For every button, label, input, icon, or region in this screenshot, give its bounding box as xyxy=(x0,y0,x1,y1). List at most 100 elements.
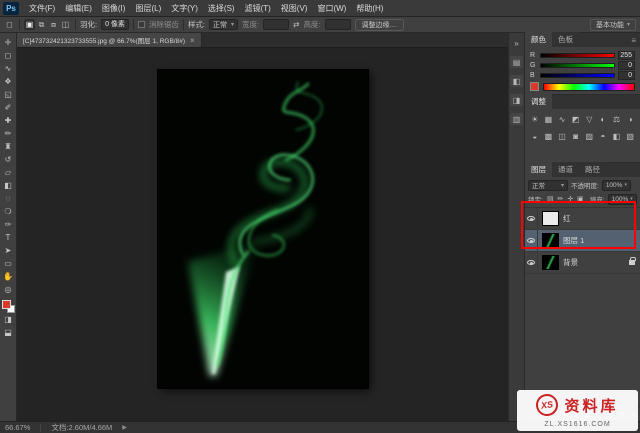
color-value-B[interactable]: 0 xyxy=(618,71,635,80)
new-selection-icon[interactable]: ▣ xyxy=(24,19,35,30)
menu-item-6[interactable]: 选择(S) xyxy=(203,3,240,14)
selective-color-icon[interactable]: ▧ xyxy=(623,130,637,143)
menu-item-10[interactable]: 帮助(H) xyxy=(351,3,388,14)
width-input[interactable] xyxy=(263,19,289,30)
color-slider-B[interactable] xyxy=(540,73,615,78)
lock-transparency-icon[interactable]: ▨ xyxy=(546,195,555,204)
screen-mode-icon[interactable]: ⬓ xyxy=(1,326,16,339)
layer-row-3[interactable]: 背景 xyxy=(525,252,640,274)
lock-pixels-icon[interactable]: ✏ xyxy=(556,195,565,204)
visibility-toggle[interactable] xyxy=(525,252,538,273)
opacity-value[interactable]: 100% xyxy=(602,180,631,191)
brightness-contrast-icon[interactable]: ☀ xyxy=(528,113,542,126)
color-slider-G[interactable] xyxy=(540,63,615,68)
color-balance-icon[interactable]: ⚖ xyxy=(610,113,624,126)
quick-mask-icon[interactable]: ◨ xyxy=(1,313,16,326)
curves-icon[interactable]: ∿ xyxy=(555,113,569,126)
menu-item-4[interactable]: 图层(L) xyxy=(130,3,166,14)
photo-filter-icon[interactable]: ◒ xyxy=(528,130,542,143)
path-selection-tool-icon[interactable]: ➤ xyxy=(1,244,16,257)
black-white-icon[interactable]: ◑ xyxy=(623,113,637,126)
refine-edge-button[interactable]: 调整边缘… xyxy=(355,19,404,31)
tab-色板[interactable]: 色板 xyxy=(552,32,579,47)
dodge-tool-icon[interactable]: ❍ xyxy=(1,205,16,218)
hue-saturation-icon[interactable]: ◐ xyxy=(596,113,610,126)
move-tool-icon[interactable]: ✛ xyxy=(1,36,16,49)
collapse-dock-icon[interactable]: » xyxy=(510,37,523,49)
panel-menu-icon[interactable]: ≡ xyxy=(631,36,636,45)
marquee-tool-icon[interactable]: ◻ xyxy=(1,49,16,62)
swap-dimensions-icon[interactable]: ⇄ xyxy=(293,20,299,29)
tool-preset-icon[interactable]: ◻ xyxy=(4,19,15,30)
posterize-icon[interactable]: ▨ xyxy=(583,130,597,143)
invert-icon[interactable]: ◙ xyxy=(569,130,583,143)
history-panel-icon[interactable]: ▤ xyxy=(510,56,523,68)
status-options-icon[interactable]: ▶ xyxy=(122,424,127,431)
character-panel-icon[interactable]: ▥ xyxy=(510,113,523,125)
clone-stamp-tool-icon[interactable]: ♜ xyxy=(1,140,16,153)
threshold-icon[interactable]: ◓ xyxy=(596,130,610,143)
canvas-pasteboard[interactable] xyxy=(17,48,508,421)
subtract-from-selection-icon[interactable]: ⧈ xyxy=(48,19,59,30)
layer-row-1[interactable]: 红 xyxy=(525,208,640,230)
levels-icon[interactable]: ▦ xyxy=(542,113,556,126)
menu-item-7[interactable]: 滤镜(T) xyxy=(240,3,276,14)
eyedropper-tool-icon[interactable]: ✐ xyxy=(1,101,16,114)
close-tab-icon[interactable]: × xyxy=(190,36,195,45)
tab-图层[interactable]: 图层 xyxy=(525,162,552,177)
hand-tool-icon[interactable]: ✋ xyxy=(1,270,16,283)
tab-路径[interactable]: 路径 xyxy=(579,162,606,177)
pen-tool-icon[interactable]: ✑ xyxy=(1,218,16,231)
menu-item-8[interactable]: 视图(V) xyxy=(276,3,313,14)
visibility-toggle[interactable] xyxy=(525,208,538,229)
lasso-tool-icon[interactable]: ∿ xyxy=(1,62,16,75)
crop-tool-icon[interactable]: ◱ xyxy=(1,88,16,101)
workspace-switcher[interactable]: 基本功能 xyxy=(590,19,636,31)
menu-item-9[interactable]: 窗口(W) xyxy=(312,3,351,14)
style-select[interactable]: 正常 xyxy=(209,19,238,30)
height-input[interactable] xyxy=(325,19,351,30)
color-value-G[interactable]: 0 xyxy=(618,61,635,70)
color-spectrum-bar[interactable] xyxy=(543,83,635,91)
visibility-toggle[interactable] xyxy=(525,230,538,251)
zoom-level[interactable]: 66.67% xyxy=(5,423,30,432)
blur-tool-icon[interactable]: ◌ xyxy=(1,192,16,205)
fill-value[interactable]: 100% xyxy=(608,194,637,205)
healing-brush-tool-icon[interactable]: ✚ xyxy=(1,114,16,127)
gradient-tool-icon[interactable]: ◧ xyxy=(1,179,16,192)
color-lookup-icon[interactable]: ◫ xyxy=(555,130,569,143)
tab-adjustments[interactable]: 调整 xyxy=(525,94,552,109)
menu-item-1[interactable]: 文件(F) xyxy=(24,3,60,14)
lock-all-icon[interactable]: ▣ xyxy=(576,195,585,204)
tab-通道[interactable]: 通道 xyxy=(552,162,579,177)
menu-item-5[interactable]: 文字(Y) xyxy=(166,3,203,14)
foreground-mini-swatch[interactable] xyxy=(530,82,539,91)
antialias-checkbox[interactable] xyxy=(138,21,145,28)
menu-item-3[interactable]: 图像(I) xyxy=(97,3,131,14)
history-brush-tool-icon[interactable]: ↺ xyxy=(1,153,16,166)
exposure-icon[interactable]: ◩ xyxy=(569,113,583,126)
blend-mode-select[interactable]: 正常 xyxy=(528,180,568,191)
zoom-tool-icon[interactable]: ◎ xyxy=(1,283,16,296)
add-to-selection-icon[interactable]: ⧉ xyxy=(36,19,47,30)
gradient-map-icon[interactable]: ◧ xyxy=(610,130,624,143)
menu-item-2[interactable]: 编辑(E) xyxy=(60,3,97,14)
document-image[interactable] xyxy=(158,70,368,388)
tab-颜色[interactable]: 颜色 xyxy=(525,32,552,47)
document-tab[interactable]: [C]473732421323733555.jpg @ 66.7%(图层 1, … xyxy=(17,33,202,47)
color-slider-R[interactable] xyxy=(540,53,615,58)
type-tool-icon[interactable]: T xyxy=(1,231,16,244)
channel-mixer-icon[interactable]: ▩ xyxy=(542,130,556,143)
vibrance-icon[interactable]: ▽ xyxy=(583,113,597,126)
eraser-tool-icon[interactable]: ▱ xyxy=(1,166,16,179)
intersect-selection-icon[interactable]: ◫ xyxy=(60,19,71,30)
info-panel-icon[interactable]: ◨ xyxy=(510,94,523,106)
foreground-color-swatch[interactable] xyxy=(2,300,11,309)
properties-panel-icon[interactable]: ◧ xyxy=(510,75,523,87)
shape-tool-icon[interactable]: ▭ xyxy=(1,257,16,270)
lock-position-icon[interactable]: ✛ xyxy=(566,195,575,204)
brush-tool-icon[interactable]: ✏ xyxy=(1,127,16,140)
color-value-R[interactable]: 255 xyxy=(618,51,635,60)
layer-row-2[interactable]: 图层 1 xyxy=(525,230,640,252)
feather-input[interactable]: 0 像素 xyxy=(101,19,129,30)
